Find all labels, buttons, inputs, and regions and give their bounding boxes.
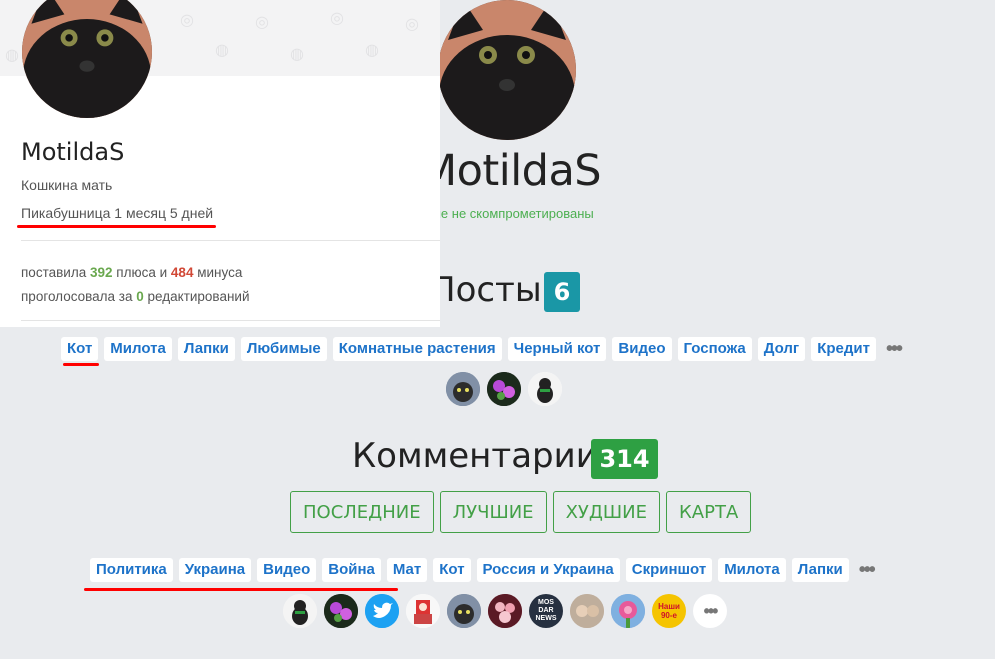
minuses-count: 484 [170, 265, 194, 280]
posts-title: Посты [430, 270, 542, 310]
comment-tag[interactable]: Милота [718, 558, 786, 582]
post-tag[interactable]: Госпожа [677, 337, 752, 361]
divider [21, 320, 440, 321]
profile-card: ◎ ◍ ◎ ◍ ◎ ◍ ◎ ◍ MotildaS Кошкина мать Пи… [0, 0, 440, 327]
comment-tag[interactable]: Мат [386, 558, 428, 582]
filter-worst-button[interactable]: ХУДШИЕ [552, 491, 661, 533]
post-tag[interactable]: Кот [61, 337, 99, 361]
stats-text: плюса и [116, 265, 168, 280]
profile-avatar[interactable] [22, 0, 152, 118]
profile-name: MotildaS [21, 138, 125, 166]
stats-text: проголосовала за [21, 289, 133, 304]
community-icon-cat[interactable] [446, 372, 480, 406]
stats-text: редактирований [147, 289, 250, 304]
pattern-icon: ◎ [255, 14, 269, 31]
votes-given: поставила 392 плюса и 484 минуса [21, 261, 250, 285]
community-icon-photo[interactable] [570, 594, 604, 628]
profile-age: Пикабушница 1 месяц 5 дней [21, 205, 214, 221]
comments-tags-more-button[interactable]: ••• [855, 559, 876, 582]
community-icon-food[interactable] [488, 594, 522, 628]
post-tag[interactable]: Лапки [177, 337, 235, 361]
post-tag[interactable]: Видео [612, 337, 672, 361]
community-icon-blackcat[interactable] [283, 594, 317, 628]
posts-count-badge[interactable]: 6 [544, 272, 580, 312]
community-icon-flowers[interactable] [487, 372, 521, 406]
stats-text: минуса [197, 265, 243, 280]
posts-tags-more-button[interactable]: ••• [882, 338, 903, 361]
pattern-icon: ◍ [5, 47, 19, 64]
profile-bio: Кошкина мать [21, 177, 113, 193]
comment-tag[interactable]: Скриншот [625, 558, 713, 582]
stats-text: поставила [21, 265, 87, 280]
post-tag[interactable]: Долг [757, 337, 806, 361]
comment-tag[interactable]: Лапки [791, 558, 849, 582]
edits-count: 0 [136, 289, 144, 304]
post-tag[interactable]: Милота [104, 337, 172, 361]
comments-title: Комментарии [352, 436, 598, 476]
highlight-underline [84, 588, 398, 591]
community-icon-blackcat[interactable] [528, 372, 562, 406]
community-icon-cat[interactable] [447, 594, 481, 628]
comment-tag[interactable]: Украина [178, 558, 252, 582]
comment-tag[interactable]: Война [322, 558, 381, 582]
post-tag[interactable]: Любимые [240, 337, 327, 361]
posts-tags: Кот Милота Лапки Любимые Комнатные расте… [61, 337, 903, 361]
comments-tags: Политика Украина Видео Война Мат Кот Рос… [90, 558, 876, 582]
twitter-icon[interactable] [365, 594, 399, 628]
comments-count-badge[interactable]: 314 [591, 439, 658, 479]
filter-map-button[interactable]: КАРТА [666, 491, 752, 533]
more-communities-button[interactable]: ••• [693, 594, 727, 628]
highlight-underline [63, 363, 99, 366]
comment-tag[interactable]: Кот [433, 558, 471, 582]
profile-avatar-large [438, 0, 576, 140]
comments-communities: MOS DAR NEWS Наши 90-е ••• [283, 594, 734, 628]
pattern-icon: ◎ [180, 12, 194, 29]
pattern-icon: ◍ [215, 42, 229, 59]
profile-name-large: MotildaS [420, 146, 602, 196]
filter-latest-button[interactable]: ПОСЛЕДНИЕ [290, 491, 434, 533]
edits-voted: проголосовала за 0 редактирований [21, 285, 250, 309]
highlight-underline [17, 225, 216, 228]
nashi90-label: Наши 90-е [658, 602, 680, 620]
pluses-count: 392 [89, 265, 113, 280]
comment-tag[interactable]: Россия и Украина [476, 558, 620, 582]
community-icon-nashi90[interactable]: Наши 90-е [652, 594, 686, 628]
community-icon-flowers[interactable] [324, 594, 358, 628]
pattern-icon: ◎ [405, 16, 419, 33]
post-tag[interactable]: Кредит [811, 337, 876, 361]
profile-stats: поставила 392 плюса и 484 минуса проголо… [21, 261, 250, 309]
filter-best-button[interactable]: ЛУЧШИЕ [439, 491, 547, 533]
pattern-icon: ◍ [290, 46, 304, 63]
posts-communities [446, 372, 569, 406]
community-icon-comic[interactable] [406, 594, 440, 628]
post-tag[interactable]: Черный кот [507, 337, 607, 361]
pattern-icon: ◎ [330, 10, 344, 27]
mosdar-label: MOS DAR NEWS [535, 599, 557, 622]
community-icon-rose[interactable] [611, 594, 645, 628]
post-tag[interactable]: Комнатные растения [332, 337, 502, 361]
divider [21, 240, 440, 241]
community-icon-mosdar[interactable]: MOS DAR NEWS [529, 594, 563, 628]
comment-tag[interactable]: Политика [90, 558, 173, 582]
comment-tag[interactable]: Видео [257, 558, 317, 582]
comments-filters: ПОСЛЕДНИЕ ЛУЧШИЕ ХУДШИЕ КАРТА [290, 491, 757, 533]
pattern-icon: ◍ [365, 42, 379, 59]
